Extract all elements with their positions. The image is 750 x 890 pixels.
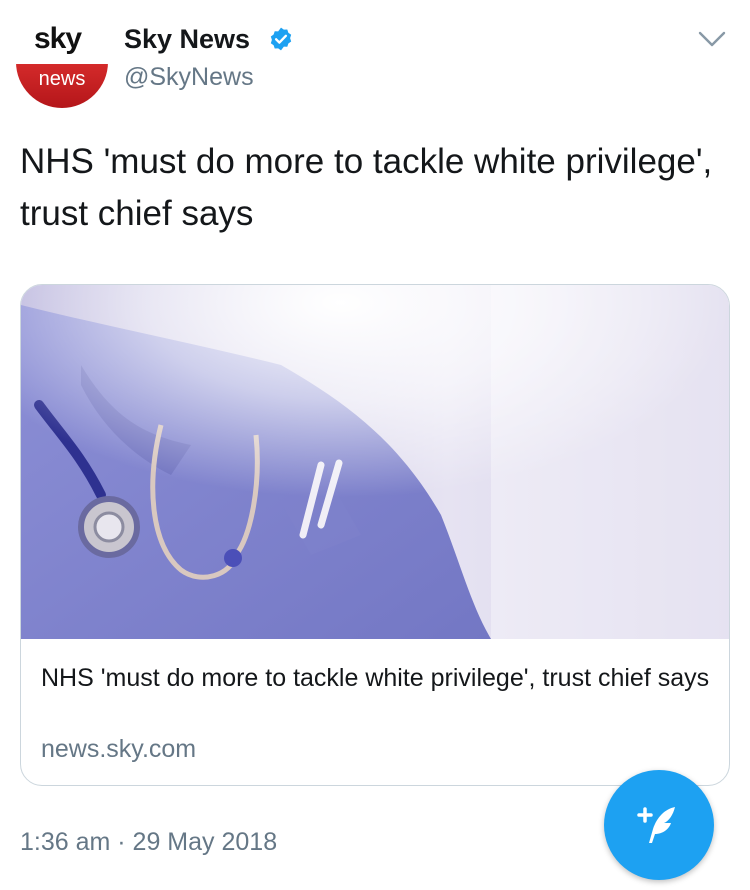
avatar-logo-sky: sky <box>34 22 82 55</box>
avatar[interactable]: sky news <box>16 16 108 108</box>
compose-tweet-icon <box>637 807 675 843</box>
card-domain: news.sky.com <box>41 735 197 763</box>
card-image[interactable] <box>21 285 730 639</box>
chevron-down-icon[interactable] <box>697 28 727 50</box>
tweet-timestamp: 1:36 am · 29 May 2018 <box>20 828 278 856</box>
link-card[interactable]: NHS 'must do more to tackle white privil… <box>20 284 730 786</box>
account-name[interactable]: Sky News <box>124 24 250 55</box>
card-title[interactable]: NHS 'must do more to tackle white privil… <box>41 661 711 696</box>
avatar-logo-news: news <box>38 68 86 90</box>
account-handle[interactable]: @SkyNews <box>124 63 254 92</box>
tweet-text: NHS 'must do more to tackle white privil… <box>20 142 713 233</box>
compose-tweet-button[interactable] <box>604 770 714 880</box>
verified-badge-icon <box>270 27 292 51</box>
